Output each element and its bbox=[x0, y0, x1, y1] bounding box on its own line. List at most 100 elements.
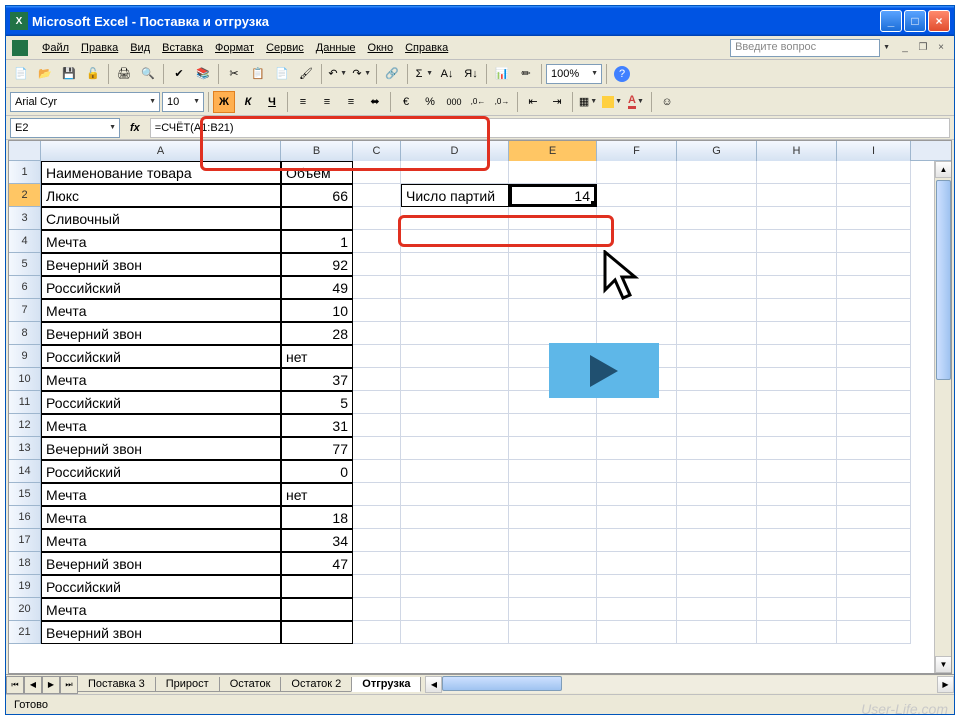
cell-E4[interactable] bbox=[509, 230, 597, 253]
cell-D3[interactable] bbox=[401, 207, 509, 230]
cell-H3[interactable] bbox=[757, 207, 837, 230]
col-header-I[interactable]: I bbox=[837, 141, 911, 161]
cell-D8[interactable] bbox=[401, 322, 509, 345]
underline-button[interactable]: Ч bbox=[261, 91, 283, 113]
cell-H4[interactable] bbox=[757, 230, 837, 253]
col-header-D[interactable]: D bbox=[401, 141, 509, 161]
cell-B19[interactable] bbox=[281, 575, 353, 598]
preview-icon[interactable]: 🔍 bbox=[137, 63, 159, 85]
cell-G6[interactable] bbox=[677, 276, 757, 299]
cell-B21[interactable] bbox=[281, 621, 353, 644]
cell-I4[interactable] bbox=[837, 230, 911, 253]
cell-B13[interactable]: 77 bbox=[281, 437, 353, 460]
cell-A3[interactable]: Сливочный bbox=[41, 207, 281, 230]
cell-D11[interactable] bbox=[401, 391, 509, 414]
sheet-tab-Отгрузка[interactable]: Отгрузка bbox=[351, 677, 421, 692]
scroll-down-icon[interactable]: ▼ bbox=[935, 656, 952, 673]
row-header-5[interactable]: 5 bbox=[9, 253, 41, 276]
cell-C3[interactable] bbox=[353, 207, 401, 230]
cell-A14[interactable]: Российский bbox=[41, 460, 281, 483]
permissions-icon[interactable]: 🔓 bbox=[82, 63, 104, 85]
cell-D10[interactable] bbox=[401, 368, 509, 391]
maximize-button[interactable]: □ bbox=[904, 10, 926, 32]
cell-I16[interactable] bbox=[837, 506, 911, 529]
align-left-icon[interactable]: ≡ bbox=[292, 91, 314, 113]
cell-G9[interactable] bbox=[677, 345, 757, 368]
align-center-icon[interactable]: ≡ bbox=[316, 91, 338, 113]
cell-C9[interactable] bbox=[353, 345, 401, 368]
cell-F21[interactable] bbox=[597, 621, 677, 644]
cell-C10[interactable] bbox=[353, 368, 401, 391]
cell-I20[interactable] bbox=[837, 598, 911, 621]
copy-icon[interactable]: 📋 bbox=[247, 63, 269, 85]
cell-C17[interactable] bbox=[353, 529, 401, 552]
cell-D2[interactable]: Число партий bbox=[401, 184, 509, 207]
scroll-left-icon[interactable]: ◀ bbox=[425, 676, 442, 693]
cell-G20[interactable] bbox=[677, 598, 757, 621]
scroll-up-icon[interactable]: ▲ bbox=[935, 161, 952, 178]
paste-icon[interactable]: 📄 bbox=[271, 63, 293, 85]
cell-C11[interactable] bbox=[353, 391, 401, 414]
comma-icon[interactable]: 000 bbox=[443, 91, 465, 113]
row-header-13[interactable]: 13 bbox=[9, 437, 41, 460]
cell-C21[interactable] bbox=[353, 621, 401, 644]
play-overlay-button[interactable] bbox=[549, 343, 659, 398]
cell-B12[interactable]: 31 bbox=[281, 414, 353, 437]
row-header-12[interactable]: 12 bbox=[9, 414, 41, 437]
row-header-17[interactable]: 17 bbox=[9, 529, 41, 552]
cell-E15[interactable] bbox=[509, 483, 597, 506]
cell-E2[interactable]: 14 bbox=[509, 184, 597, 207]
cell-C18[interactable] bbox=[353, 552, 401, 575]
cell-H5[interactable] bbox=[757, 253, 837, 276]
cell-I8[interactable] bbox=[837, 322, 911, 345]
cell-H14[interactable] bbox=[757, 460, 837, 483]
cell-A20[interactable]: Мечта bbox=[41, 598, 281, 621]
cell-G19[interactable] bbox=[677, 575, 757, 598]
cell-C12[interactable] bbox=[353, 414, 401, 437]
cell-D4[interactable] bbox=[401, 230, 509, 253]
cell-E17[interactable] bbox=[509, 529, 597, 552]
open-icon[interactable]: 📂 bbox=[34, 63, 56, 85]
cell-B10[interactable]: 37 bbox=[281, 368, 353, 391]
name-box[interactable]: E2 bbox=[10, 118, 120, 138]
undo-icon[interactable]: ↶▼ bbox=[326, 63, 348, 85]
cell-D14[interactable] bbox=[401, 460, 509, 483]
menu-файл[interactable]: Файл bbox=[36, 40, 75, 56]
cell-B6[interactable]: 49 bbox=[281, 276, 353, 299]
cell-C2[interactable] bbox=[353, 184, 401, 207]
research-icon[interactable]: 📚 bbox=[192, 63, 214, 85]
row-header-16[interactable]: 16 bbox=[9, 506, 41, 529]
cell-C8[interactable] bbox=[353, 322, 401, 345]
row-header-21[interactable]: 21 bbox=[9, 621, 41, 644]
cell-H18[interactable] bbox=[757, 552, 837, 575]
cell-D21[interactable] bbox=[401, 621, 509, 644]
cell-E18[interactable] bbox=[509, 552, 597, 575]
col-header-G[interactable]: G bbox=[677, 141, 757, 161]
cell-B4[interactable]: 1 bbox=[281, 230, 353, 253]
cell-F8[interactable] bbox=[597, 322, 677, 345]
sheet-tab-Остаток[interactable]: Остаток bbox=[219, 677, 282, 692]
cell-F18[interactable] bbox=[597, 552, 677, 575]
cell-H13[interactable] bbox=[757, 437, 837, 460]
cell-A10[interactable]: Мечта bbox=[41, 368, 281, 391]
cell-F1[interactable] bbox=[597, 161, 677, 184]
cell-B17[interactable]: 34 bbox=[281, 529, 353, 552]
menu-вид[interactable]: Вид bbox=[124, 40, 156, 56]
cell-I15[interactable] bbox=[837, 483, 911, 506]
row-header-6[interactable]: 6 bbox=[9, 276, 41, 299]
inc-decimal-icon[interactable]: ,0← bbox=[467, 91, 489, 113]
cell-B8[interactable]: 28 bbox=[281, 322, 353, 345]
cell-C16[interactable] bbox=[353, 506, 401, 529]
cell-F19[interactable] bbox=[597, 575, 677, 598]
tab-last-icon[interactable]: ⏭ bbox=[60, 676, 78, 694]
fx-icon[interactable]: fx bbox=[124, 122, 146, 134]
row-header-8[interactable]: 8 bbox=[9, 322, 41, 345]
cell-G4[interactable] bbox=[677, 230, 757, 253]
cell-D13[interactable] bbox=[401, 437, 509, 460]
cell-G8[interactable] bbox=[677, 322, 757, 345]
row-header-15[interactable]: 15 bbox=[9, 483, 41, 506]
row-header-4[interactable]: 4 bbox=[9, 230, 41, 253]
inc-indent-icon[interactable]: ⇥ bbox=[546, 91, 568, 113]
row-header-3[interactable]: 3 bbox=[9, 207, 41, 230]
cell-A5[interactable]: Вечерний звон bbox=[41, 253, 281, 276]
